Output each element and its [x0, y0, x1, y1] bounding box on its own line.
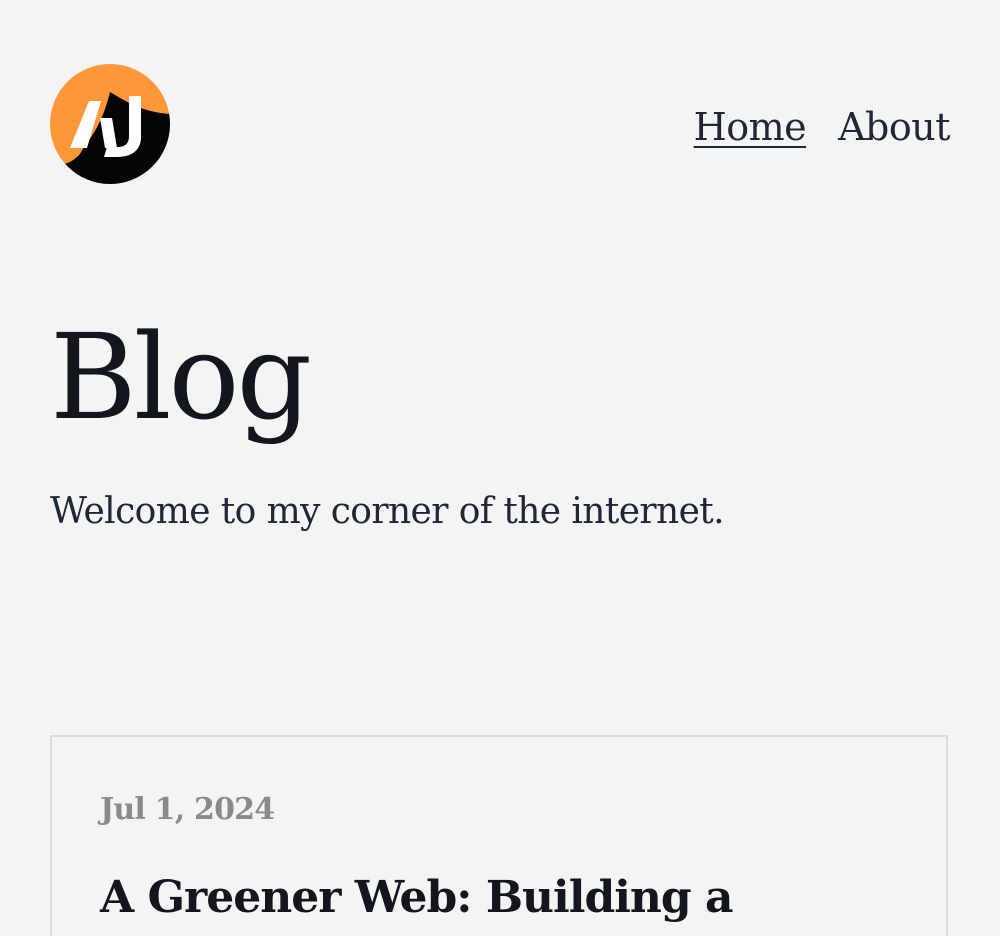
page-subtitle: Welcome to my corner of the internet. [50, 491, 725, 532]
nav-home-link[interactable]: Home [694, 108, 807, 146]
page-title: Blog [50, 308, 312, 446]
main-navigation: Home About [694, 108, 951, 146]
site-header: Home About [50, 64, 950, 184]
nav-about-link[interactable]: About [838, 108, 950, 146]
post-title-link[interactable]: A Greener Web: Building a [100, 873, 734, 922]
blog-post-card[interactable]: Jul 1, 2024 A Greener Web: Building a [50, 735, 948, 936]
site-logo[interactable] [50, 64, 170, 184]
post-date: Jul 1, 2024 [100, 792, 275, 827]
